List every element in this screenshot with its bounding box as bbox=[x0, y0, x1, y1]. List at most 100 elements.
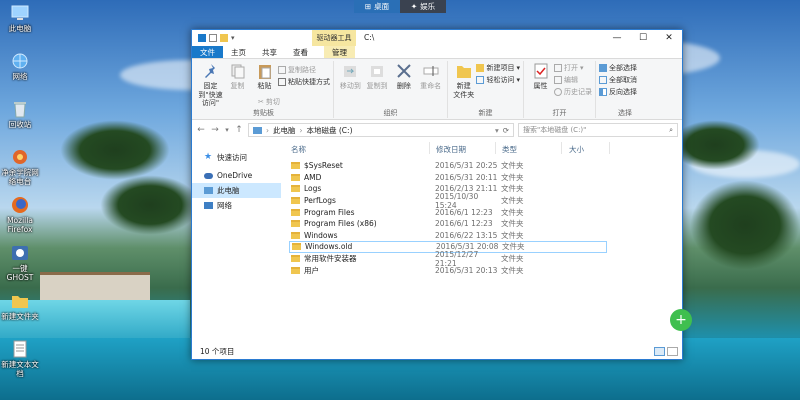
table-row[interactable]: $SysReset 2016/5/31 20:25 文件夹 bbox=[289, 160, 607, 172]
desktop-icon-radio-app[interactable]: 净余学院网络电台 bbox=[0, 148, 40, 186]
up-icon[interactable]: ↑ bbox=[234, 125, 244, 135]
details-view-button[interactable] bbox=[654, 347, 665, 356]
new-item-button[interactable]: 新建项目 ▾ bbox=[476, 63, 520, 73]
large-icons-view-button[interactable] bbox=[667, 347, 678, 356]
paste-shortcut-button[interactable]: 粘贴快捷方式 bbox=[278, 77, 330, 87]
column-divider bbox=[609, 142, 610, 154]
chevron-down-icon: ▾ bbox=[580, 64, 584, 72]
search-input[interactable]: 搜索"本地磁盘 (C:)" ⌕ bbox=[518, 123, 678, 137]
file-explorer-window: ▾ 驱动器工具 C:\ — ☐ ✕ 文件 主页 共享 查看 管理 固定到"快速访… bbox=[191, 29, 692, 360]
table-row[interactable]: PerfLogs 2015/10/30 15:24 文件夹 bbox=[289, 192, 607, 210]
quick-access-toolbar: ▾ bbox=[192, 34, 239, 42]
file-name: Windows bbox=[304, 230, 338, 240]
select-none-button[interactable]: 全部取消 bbox=[599, 75, 637, 85]
rename-icon bbox=[423, 66, 439, 76]
desktop-icon-label: 一键GHOST bbox=[6, 264, 34, 282]
firefox-icon bbox=[12, 197, 28, 213]
tab-view[interactable]: 查看 bbox=[285, 46, 316, 58]
column-divider bbox=[429, 142, 430, 154]
breadcrumb-this-pc[interactable]: 此电脑 bbox=[273, 125, 296, 136]
folder-icon bbox=[291, 231, 300, 239]
back-icon[interactable]: ← bbox=[196, 125, 206, 135]
forward-icon[interactable]: → bbox=[210, 125, 220, 135]
folder-icon bbox=[291, 220, 300, 228]
desktop-icon-label: 净余学院网络电台 bbox=[1, 168, 39, 186]
properties-quick-icon[interactable] bbox=[209, 34, 217, 42]
nav-item-quick-access[interactable]: ★ 快速访问 bbox=[192, 150, 281, 165]
table-row[interactable]: AMD 2016/5/31 20:11 文件夹 bbox=[289, 172, 607, 184]
desktop-icon-label: Mozilla Firefox bbox=[7, 216, 33, 234]
desktop-icon-recycle-bin[interactable]: 回收站 bbox=[0, 100, 40, 129]
tab-manage[interactable]: 管理 bbox=[324, 46, 355, 58]
column-date[interactable]: 修改日期 bbox=[436, 144, 466, 155]
copy-path-icon bbox=[278, 66, 286, 74]
tab-home[interactable]: 主页 bbox=[223, 46, 254, 58]
desktop-icon-network[interactable]: 网络 bbox=[0, 52, 40, 81]
file-name: Windows.old bbox=[305, 242, 353, 252]
open-icon bbox=[554, 64, 562, 72]
edit-button[interactable]: 编辑 bbox=[554, 75, 592, 85]
table-row[interactable]: Windows 2016/6/22 13:15 文件夹 bbox=[289, 230, 607, 242]
organize-group: 移动到 复制到 删除 重命名 组织 bbox=[334, 61, 448, 118]
address-dropdown-icon[interactable]: ▾ bbox=[495, 126, 499, 135]
new-folder-quick-icon[interactable] bbox=[220, 34, 228, 42]
breadcrumb-separator-icon: › bbox=[299, 125, 303, 135]
folder-icon bbox=[291, 197, 300, 205]
copy-icon bbox=[231, 64, 244, 79]
table-row[interactable]: Program Files (x86) 2016/6/1 12:23 文件夹 bbox=[289, 218, 607, 230]
ghost-icon bbox=[12, 246, 28, 260]
file-name: $SysReset bbox=[304, 161, 343, 171]
column-type[interactable]: 类型 bbox=[502, 144, 517, 155]
nav-item-network[interactable]: 网络 bbox=[192, 198, 281, 213]
minimize-button[interactable]: — bbox=[604, 30, 630, 46]
new-folder-icon bbox=[456, 66, 471, 78]
cut-button[interactable]: ✂ 剪切 bbox=[258, 97, 280, 107]
switch-desktop-tab[interactable]: ⊞ 桌面 bbox=[354, 0, 400, 13]
copy-path-button[interactable]: 复制路径 bbox=[278, 65, 330, 75]
close-button[interactable]: ✕ bbox=[656, 30, 682, 46]
desktop-icon-ghost[interactable]: 一键GHOST bbox=[0, 244, 40, 282]
breadcrumb-local-disk[interactable]: 本地磁盘 (C:) bbox=[307, 125, 353, 136]
tab-file[interactable]: 文件 bbox=[192, 46, 223, 58]
title-bar[interactable]: ▾ 驱动器工具 C:\ — ☐ ✕ bbox=[192, 30, 682, 46]
file-type: 文件夹 bbox=[501, 265, 524, 275]
column-name[interactable]: 名称 bbox=[291, 144, 306, 155]
nav-item-this-pc[interactable]: 此电脑 bbox=[192, 183, 281, 198]
table-row[interactable]: 用户 2016/5/31 20:13 文件夹 bbox=[289, 264, 607, 276]
file-name: Program Files bbox=[304, 207, 355, 217]
recycle-bin-icon bbox=[14, 102, 26, 118]
history-button[interactable]: 历史记录 bbox=[554, 87, 592, 97]
paste-shortcut-icon bbox=[278, 78, 286, 86]
select-none-icon bbox=[599, 76, 607, 84]
recent-chevron-icon[interactable]: ▾ bbox=[224, 126, 230, 134]
folder-icon bbox=[291, 162, 300, 170]
invert-selection-button[interactable]: 反向选择 bbox=[599, 87, 637, 97]
desktop-icon-label: 此电脑 bbox=[8, 24, 32, 33]
address-bar[interactable]: › 此电脑 › 本地磁盘 (C:) ▾ ⟳ bbox=[248, 123, 514, 137]
select-all-button[interactable]: 全部选择 bbox=[599, 63, 637, 73]
switch-entertain-tab[interactable]: ✦ 娱乐 bbox=[400, 0, 446, 13]
desktop-icon-firefox[interactable]: Mozilla Firefox bbox=[0, 196, 40, 234]
folder-icon bbox=[291, 173, 300, 181]
desktop-icon-text-document[interactable]: 新建文本文档 bbox=[0, 340, 40, 378]
breadcrumb-separator-icon: › bbox=[266, 125, 269, 135]
copy-to-icon bbox=[371, 66, 384, 77]
easy-access-button[interactable]: 轻松访问 ▾ bbox=[476, 75, 520, 85]
nav-item-onedrive[interactable]: OneDrive bbox=[192, 168, 281, 183]
maximize-button[interactable]: ☐ bbox=[630, 30, 656, 46]
history-icon bbox=[554, 88, 562, 96]
column-size[interactable]: 大小 bbox=[569, 144, 584, 155]
file-name: Logs bbox=[304, 184, 322, 194]
pin-icon bbox=[204, 64, 215, 78]
refresh-icon[interactable]: ⟳ bbox=[503, 126, 509, 135]
desktop-icon-this-pc[interactable]: 此电脑 bbox=[0, 4, 40, 33]
table-row[interactable]: 常用软件安装器 2015/12/27 21:21 文件夹 bbox=[289, 250, 607, 268]
invert-selection-icon bbox=[599, 88, 607, 96]
desktop-icon-new-folder[interactable]: 新建文件夹 bbox=[0, 292, 40, 321]
floating-plus-icon[interactable]: + bbox=[670, 309, 692, 331]
tab-share[interactable]: 共享 bbox=[254, 46, 285, 58]
open-button[interactable]: 打开 ▾ bbox=[554, 63, 592, 73]
customize-toolbar-icon[interactable]: ▾ bbox=[231, 34, 239, 42]
move-to-icon bbox=[344, 66, 357, 77]
table-row[interactable]: Program Files 2016/6/1 12:23 文件夹 bbox=[289, 206, 607, 218]
